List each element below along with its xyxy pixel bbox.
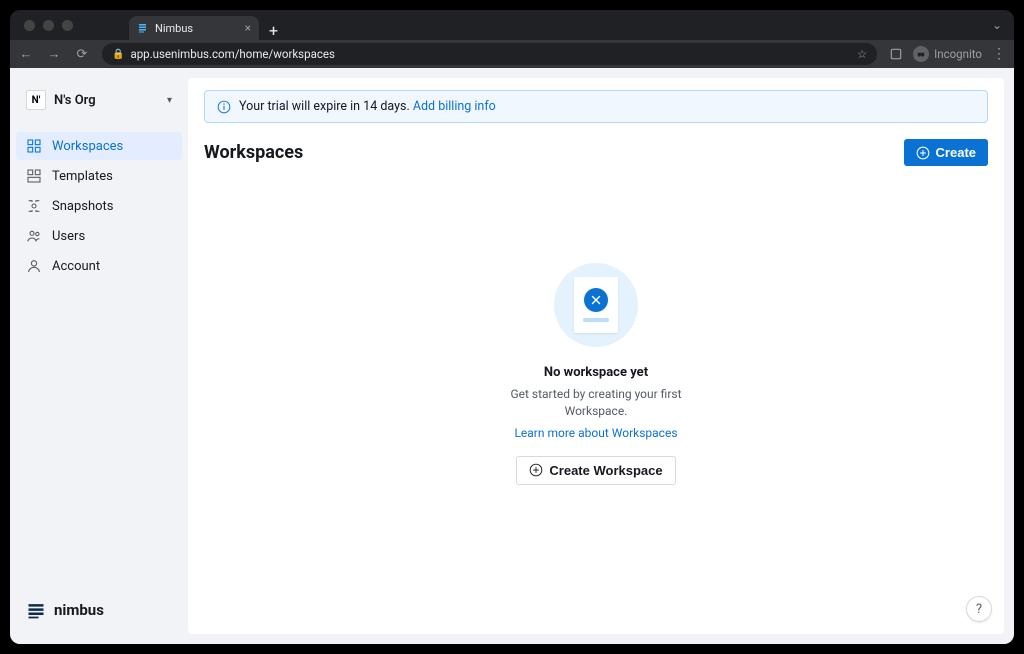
close-window-button[interactable]	[24, 20, 35, 31]
sidebar-item-label: Users	[52, 229, 85, 244]
account-icon	[26, 258, 42, 274]
browser-tabs: Nimbus × +	[129, 10, 288, 40]
browser-window: Nimbus × + ⌄ ← → ⟳ 🔒 app.usenimbus.com/h…	[10, 10, 1014, 644]
browser-toolbar: ← → ⟳ 🔒 app.usenimbus.com/home/workspace…	[10, 40, 1014, 68]
create-workspace-button[interactable]: Create Workspace	[516, 456, 675, 485]
org-initial-badge: N'	[26, 90, 46, 110]
page-content: N' N's Org ▾ Workspaces Templates	[10, 68, 1014, 644]
add-billing-link[interactable]: Add billing info	[413, 99, 496, 114]
maximize-window-button[interactable]	[62, 20, 73, 31]
empty-state-illustration	[554, 263, 638, 347]
brand-logo[interactable]: nimbus	[10, 586, 188, 634]
help-icon: ?	[976, 602, 982, 617]
address-bar[interactable]: 🔒 app.usenimbus.com/home/workspaces ☆	[102, 43, 877, 65]
users-icon	[26, 228, 42, 244]
tab-title: Nimbus	[155, 22, 193, 35]
sidebar-item-label: Account	[52, 259, 100, 274]
sidebar-item-templates[interactable]: Templates	[16, 162, 182, 190]
extensions-icon[interactable]	[889, 47, 903, 61]
sidebar-item-label: Snapshots	[52, 199, 114, 214]
templates-icon	[26, 168, 42, 184]
brand-name: nimbus	[54, 601, 104, 619]
main-panel: Your trial will expire in 14 days. Add b…	[188, 78, 1004, 634]
incognito-icon	[913, 46, 929, 62]
chevron-down-icon: ▾	[167, 95, 172, 106]
favicon-icon	[137, 22, 149, 34]
sidebar-nav: Workspaces Templates Snapshots	[10, 128, 188, 286]
close-tab-icon[interactable]: ×	[245, 21, 251, 35]
sidebar-item-account[interactable]: Account	[16, 252, 182, 280]
incognito-badge[interactable]: Incognito	[913, 46, 982, 62]
trial-banner: Your trial will expire in 14 days. Add b…	[204, 90, 988, 123]
banner-text: Your trial will expire in 14 days.	[239, 99, 410, 114]
sidebar-item-label: Workspaces	[52, 139, 123, 154]
back-button[interactable]: ←	[18, 46, 34, 62]
forward-button[interactable]: →	[46, 46, 62, 62]
empty-state: No workspace yet Get started by creating…	[204, 146, 988, 602]
sidebar-item-snapshots[interactable]: Snapshots	[16, 192, 182, 220]
sidebar-item-label: Templates	[52, 169, 113, 184]
tab-strip: Nimbus × + ⌄	[10, 10, 1014, 40]
lock-icon: 🔒	[112, 49, 124, 60]
incognito-label: Incognito	[934, 47, 982, 61]
tab-overflow-icon[interactable]: ⌄	[992, 18, 1014, 32]
nimbus-logo-icon	[26, 600, 46, 620]
empty-state-subtitle: Get started by creating your first Works…	[486, 386, 706, 420]
browser-tab-active[interactable]: Nimbus ×	[129, 16, 259, 40]
new-tab-button[interactable]: +	[259, 21, 288, 40]
x-circle-icon	[584, 288, 608, 312]
sidebar-item-workspaces[interactable]: Workspaces	[16, 132, 182, 160]
empty-state-title: No workspace yet	[544, 365, 648, 380]
snapshots-icon	[26, 198, 42, 214]
info-icon	[217, 100, 231, 114]
help-button[interactable]: ?	[966, 596, 992, 622]
plus-circle-icon	[529, 463, 543, 477]
window-controls	[18, 20, 79, 31]
org-switcher[interactable]: N' N's Org ▾	[20, 82, 178, 118]
workspaces-icon	[26, 138, 42, 154]
minimize-window-button[interactable]	[43, 20, 54, 31]
learn-more-link[interactable]: Learn more about Workspaces	[514, 426, 677, 440]
org-name: N's Org	[54, 93, 96, 108]
reload-button[interactable]: ⟳	[74, 47, 90, 62]
sidebar: N' N's Org ▾ Workspaces Templates	[10, 68, 188, 644]
browser-menu-icon[interactable]: ⋮	[992, 46, 1006, 62]
url-text: app.usenimbus.com/home/workspaces	[130, 47, 334, 61]
create-workspace-label: Create Workspace	[549, 463, 662, 478]
sidebar-item-users[interactable]: Users	[16, 222, 182, 250]
bookmark-icon[interactable]: ☆	[857, 47, 867, 61]
